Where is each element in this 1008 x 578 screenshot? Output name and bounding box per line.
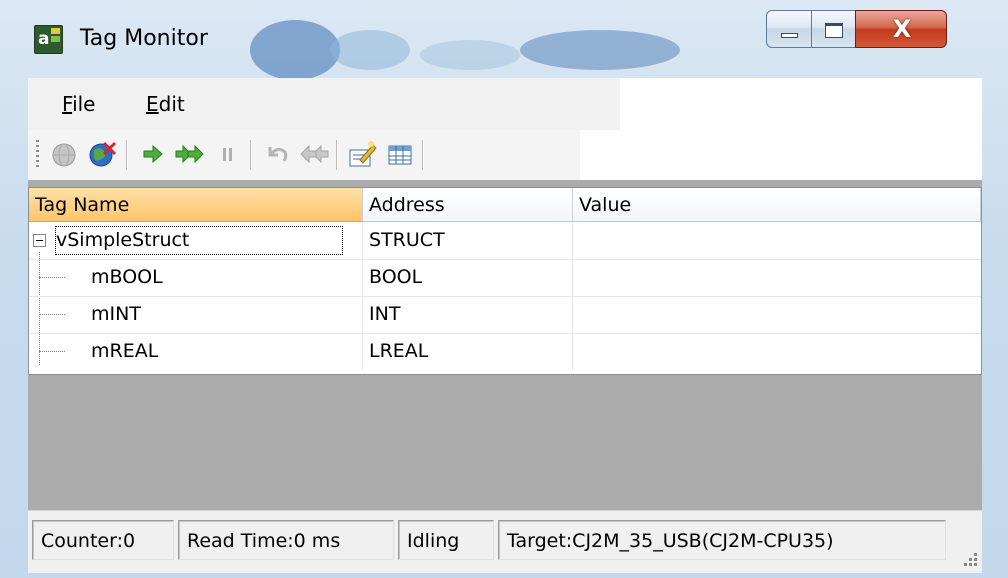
column-header-address[interactable]: Address [363, 188, 573, 222]
address-cell[interactable]: STRUCT [363, 222, 573, 259]
address-cell[interactable]: LREAL [363, 333, 573, 370]
tag-grid: Tag Name Address Value vSimpleStruct STR… [28, 187, 982, 375]
title-bar[interactable]: a Tag Monitor X [0, 0, 1008, 80]
table-row[interactable]: vSimpleStruct STRUCT [29, 222, 981, 260]
close-icon: X [892, 15, 912, 43]
connect-button[interactable] [48, 138, 80, 170]
app-icon: a [34, 25, 63, 54]
value-cell[interactable] [573, 296, 981, 333]
toolbar [28, 130, 982, 180]
maximize-button[interactable] [811, 10, 856, 48]
table-row[interactable]: mINT INT [29, 296, 981, 334]
tag-name-text: vSimpleStruct [51, 222, 347, 259]
address-cell[interactable]: INT [363, 296, 573, 333]
client-area: File Edit Tag Name Address Value vSimple… [28, 78, 982, 573]
tag-name-cell[interactable]: vSimpleStruct [29, 222, 363, 259]
toolbar-grip[interactable] [36, 140, 39, 168]
status-bar: Counter:0 Read Time:0 ms Idling Target:C… [28, 510, 982, 573]
pause-button[interactable] [212, 138, 244, 170]
undo-icon [268, 147, 288, 162]
table-row[interactable]: mREAL LREAL [29, 333, 981, 370]
minimize-icon [781, 33, 798, 38]
table-icon [388, 145, 412, 165]
resize-grip-icon[interactable] [960, 549, 978, 567]
collapse-toggle-icon[interactable] [33, 234, 46, 247]
value-cell[interactable] [573, 222, 981, 259]
tag-name-cell[interactable]: mBOOL [29, 259, 363, 296]
pause-icon [223, 148, 232, 161]
address-cell[interactable]: BOOL [363, 259, 573, 296]
close-button[interactable]: X [855, 10, 947, 48]
status-counter: Counter:0 [32, 520, 174, 560]
menu-file[interactable]: File [56, 90, 101, 118]
table-view-button[interactable] [384, 138, 416, 170]
disconnect-icon [89, 141, 117, 167]
status-state: Idling [398, 520, 494, 560]
menu-bar: File Edit [28, 78, 982, 130]
step-button[interactable] [136, 138, 168, 170]
table-row[interactable]: mBOOL BOOL [29, 259, 981, 297]
value-cell[interactable] [573, 333, 981, 370]
menu-file-rest: ile [72, 92, 96, 116]
run-button[interactable] [174, 138, 206, 170]
minimize-button[interactable] [766, 10, 812, 48]
value-cell[interactable] [573, 259, 981, 296]
status-read-time: Read Time:0 ms [178, 520, 394, 560]
column-header-value[interactable]: Value [573, 188, 981, 222]
connect-icon [52, 143, 76, 167]
status-target: Target:CJ2M_35_USB(CJ2M-CPU35) [498, 520, 946, 560]
edit-tag-icon [349, 141, 377, 167]
menu-edit-rest: dit [158, 92, 185, 116]
run-icon [175, 144, 204, 164]
menu-edit[interactable]: Edit [140, 90, 191, 118]
menu-edit-mnemonic: E [146, 92, 159, 116]
undo-button[interactable] [260, 138, 292, 170]
reverse-button[interactable] [298, 138, 330, 170]
menu-file-mnemonic: F [62, 92, 73, 116]
tag-name-cell[interactable]: mREAL [29, 333, 363, 370]
window-title: Tag Monitor [80, 26, 208, 51]
window-frame: a Tag Monitor X File Edit Tag Name Addre… [0, 0, 1008, 578]
disconnect-button[interactable] [86, 138, 118, 170]
reverse-icon [300, 144, 329, 164]
column-header-tag-name[interactable]: Tag Name [29, 188, 363, 222]
step-icon [143, 144, 163, 164]
tag-name-cell[interactable]: mINT [29, 296, 363, 333]
edit-tag-button[interactable] [346, 138, 378, 170]
maximize-icon [825, 23, 843, 38]
